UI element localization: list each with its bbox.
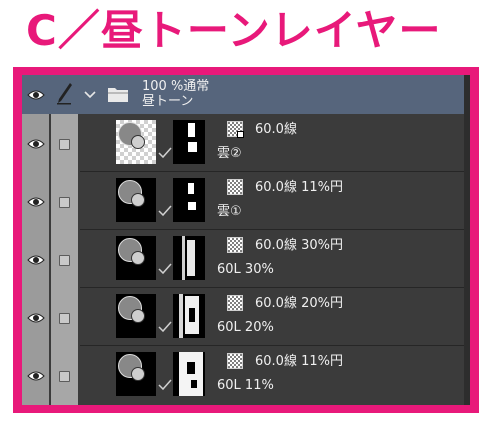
folder-icon [108, 88, 128, 102]
layer-row[interactable]: 60.0線 30%円 60L 30% [22, 231, 470, 288]
eye-icon[interactable] [27, 254, 45, 266]
layer-mask-thumbnail [173, 178, 205, 222]
layer-row[interactable]: 60.0線 11%円 60L 11% [22, 347, 470, 405]
eye-icon[interactable] [27, 196, 45, 208]
lock-checkbox[interactable] [59, 197, 70, 208]
pen-icon[interactable] [55, 81, 73, 105]
layer-thumbnail [116, 120, 156, 164]
layer-mask-thumbnail [173, 236, 205, 280]
eye-icon[interactable] [27, 312, 45, 324]
tone-pattern-icon [227, 237, 243, 253]
layer-row[interactable]: 60.0線 11%円 雲① [22, 173, 470, 230]
layer-tone-settings: 60.0線 11%円 [255, 180, 343, 195]
layer-folder-row[interactable]: 100 %通常 昼トーン [22, 75, 470, 114]
scrollbar[interactable] [464, 75, 470, 405]
check-icon [158, 321, 172, 333]
tone-pattern-icon [227, 179, 243, 195]
folder-name: 昼トーン [142, 94, 194, 109]
lock-checkbox[interactable] [59, 139, 70, 150]
layer-thumbnail [116, 352, 156, 396]
chevron-down-icon[interactable] [84, 91, 96, 99]
layer-tone-settings: 60.0線 [255, 122, 297, 137]
layer-row[interactable]: 60.0線 雲② [22, 115, 470, 172]
lock-checkbox[interactable] [59, 313, 70, 324]
layer-tone-settings: 60.0線 11%円 [255, 354, 343, 369]
layer-mask-thumbnail [173, 120, 205, 164]
layer-panel: 100 %通常 昼トーン 60.0線 雲② 60.0線 11%円 雲① 60.0… [22, 75, 470, 405]
layer-name: 雲② [217, 146, 242, 161]
lock-checkbox[interactable] [59, 255, 70, 266]
layer-tone-settings: 60.0線 30%円 [255, 238, 343, 253]
layer-name: 60L 11% [217, 378, 274, 393]
layer-thumbnail [116, 294, 156, 338]
layer-name: 雲① [217, 204, 242, 219]
highlight-frame: 100 %通常 昼トーン 60.0線 雲② 60.0線 11%円 雲① 60.0… [13, 67, 479, 413]
check-icon [158, 263, 172, 275]
layer-mask-thumbnail [173, 294, 205, 338]
check-icon [158, 205, 172, 217]
layer-thumbnail [116, 236, 156, 280]
layer-row[interactable]: 60.0線 20%円 60L 20% [22, 289, 470, 346]
eye-icon[interactable] [27, 138, 45, 150]
layer-mask-thumbnail [173, 352, 205, 396]
check-icon [158, 147, 172, 159]
eye-icon[interactable] [27, 89, 45, 101]
tone-pattern-icon [227, 121, 244, 138]
check-icon [158, 379, 172, 391]
eye-icon[interactable] [27, 370, 45, 382]
folder-blend-mode: 100 %通常 [142, 79, 210, 94]
page-title: C／昼トーンレイヤー [26, 6, 442, 55]
layer-tone-settings: 60.0線 20%円 [255, 296, 343, 311]
layer-name: 60L 30% [217, 262, 274, 277]
tone-pattern-icon [227, 295, 243, 311]
tone-pattern-icon [227, 353, 243, 369]
layer-thumbnail [116, 178, 156, 222]
lock-checkbox[interactable] [59, 371, 70, 382]
layer-name: 60L 20% [217, 320, 274, 335]
